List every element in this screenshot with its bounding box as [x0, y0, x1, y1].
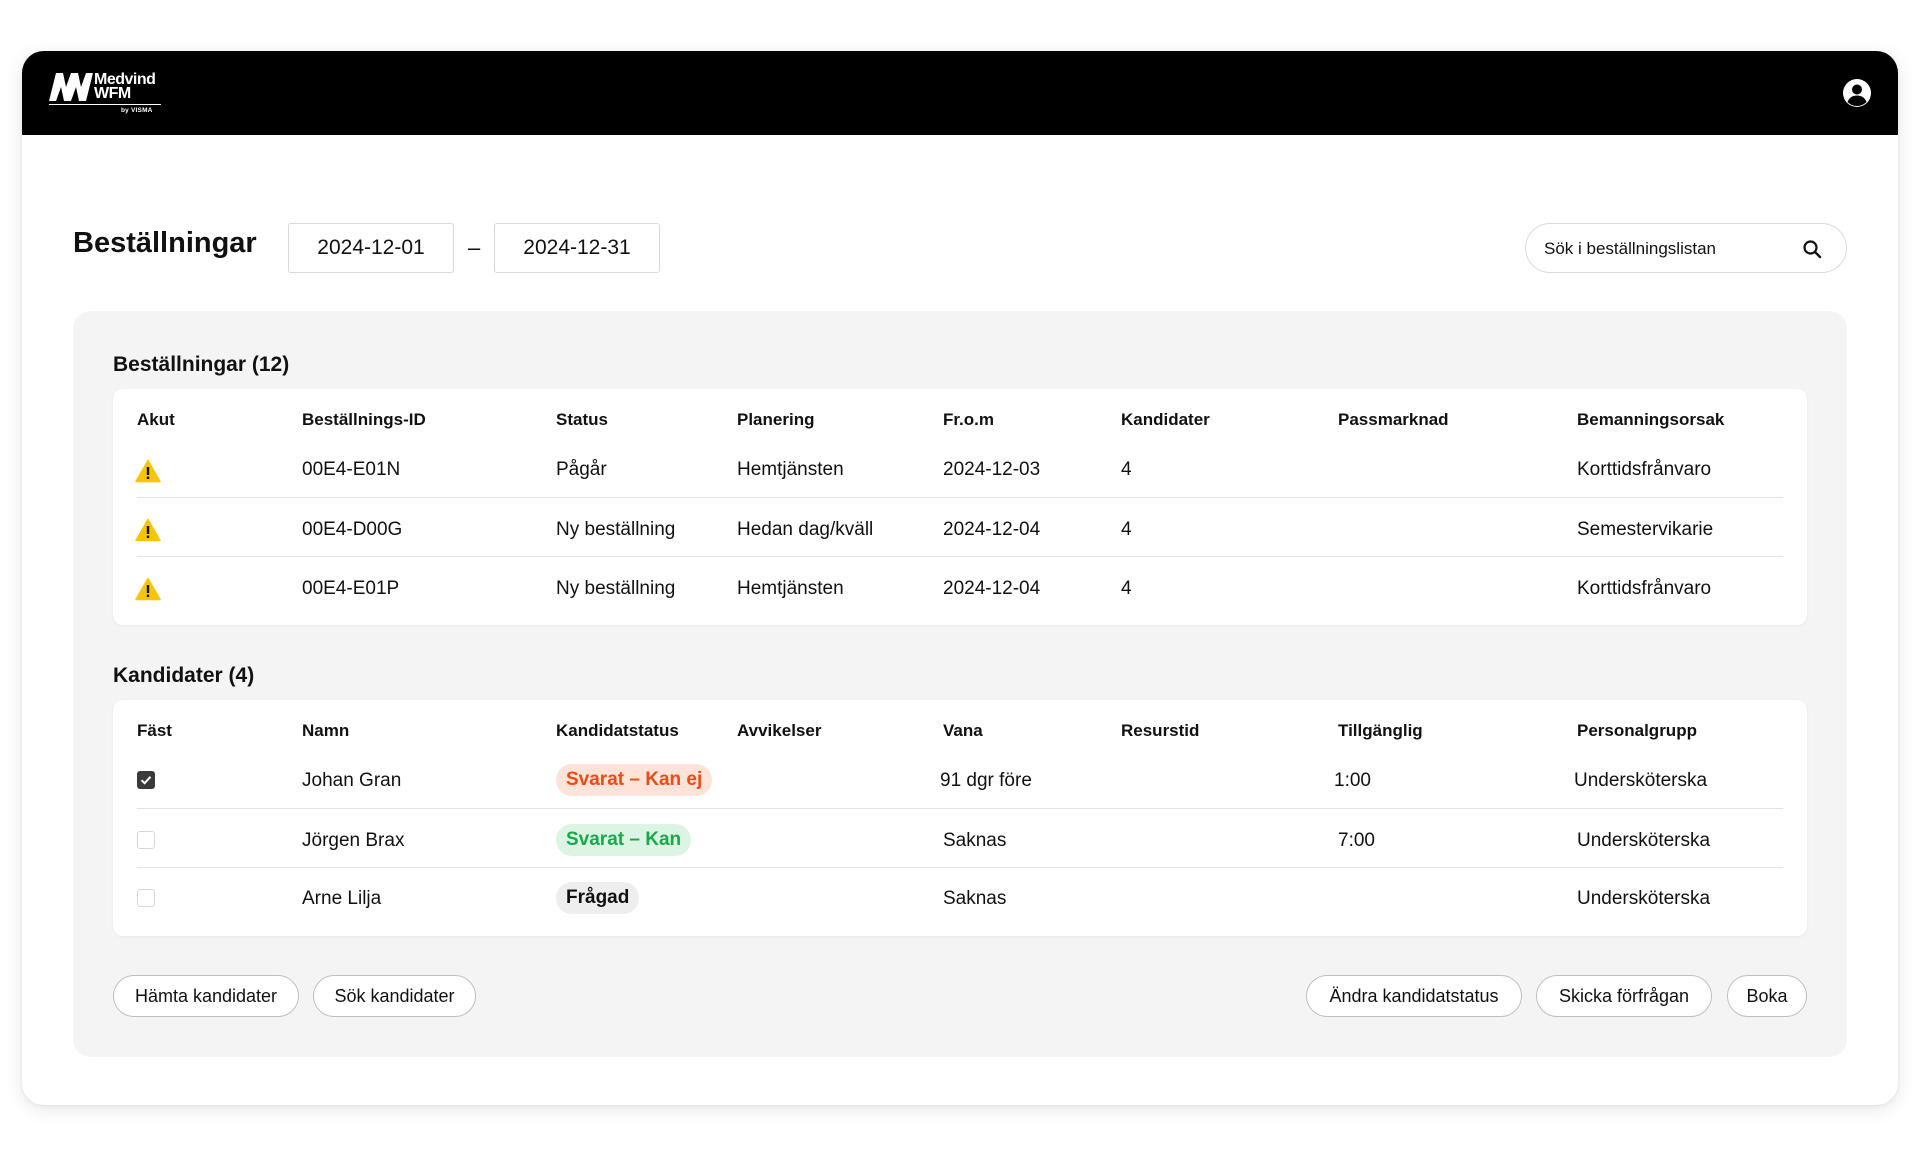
column-header-experience[interactable]: Vana	[943, 721, 983, 741]
candidate-status-badge: Frågad	[556, 882, 640, 914]
column-header-deviations[interactable]: Avvikelser	[737, 721, 821, 741]
medvind-logo-mark-icon	[49, 73, 93, 101]
candidate-experience: Saknas	[943, 830, 1007, 851]
column-header-planning[interactable]: Planering	[737, 410, 814, 430]
candidate-staff-group: Undersköterska	[1577, 830, 1711, 851]
table-row[interactable]: 00E4-E01N Pågår Hemtjänsten 2024-12-03 4…	[113, 439, 1807, 498]
column-header-from[interactable]: Fr.o.m	[943, 410, 994, 430]
candidate-experience: 91 dgr före	[940, 770, 1032, 791]
order-reason: Korttidsfrånvaro	[1577, 459, 1712, 480]
order-candidates-count: 4	[1121, 519, 1132, 540]
search-box[interactable]	[1525, 223, 1847, 273]
candidate-available: 7:00	[1338, 830, 1375, 851]
table-row[interactable]: Johan Gran Svarat – Kan ej 91 dgr före 1…	[113, 750, 1807, 809]
order-status: Ny beställning	[556, 578, 676, 599]
orders-panel: Beställningar (12) Akut Beställnings-ID …	[73, 311, 1847, 1057]
table-row[interactable]: 00E4-D00G Ny beställning Hedan dag/kväll…	[113, 498, 1807, 557]
logo-text-by-visma: by VISMA	[121, 107, 153, 114]
column-header-candidates[interactable]: Kandidater	[1121, 410, 1210, 430]
column-header-akut[interactable]: Akut	[137, 410, 175, 430]
candidate-status-badge: Svarat – Kan	[556, 824, 692, 856]
candidate-staff-group: Undersköterska	[1577, 888, 1711, 909]
top-bar: Medvind WFM by VISMA	[22, 51, 1898, 135]
column-header-resource-time[interactable]: Resurstid	[1121, 721, 1199, 741]
order-from-date: 2024-12-04	[943, 578, 1041, 599]
date-to-field[interactable]: 2024-12-31	[494, 223, 660, 273]
column-header-staff-group[interactable]: Personalgrupp	[1577, 721, 1697, 741]
column-header-reason[interactable]: Bemanningsorsak	[1577, 410, 1724, 430]
pin-checkbox[interactable]	[137, 889, 155, 907]
fetch-candidates-button[interactable]: Hämta kandidater	[113, 975, 299, 1017]
order-id: 00E4-E01N	[302, 459, 401, 480]
column-header-available[interactable]: Tillgänglig	[1338, 721, 1423, 741]
logo-text-wfm: WFM	[94, 85, 131, 102]
order-from-date: 2024-12-04	[943, 519, 1041, 540]
candidates-table: Fäst Namn Kandidatstatus Avvikelser Vana…	[113, 700, 1807, 936]
orders-section-title: Beställningar (12)	[113, 353, 290, 376]
user-circle-icon[interactable]	[1842, 78, 1872, 108]
order-reason: Semestervikarie	[1577, 519, 1714, 540]
table-row[interactable]: Jörgen Brax Svarat – Kan Saknas 7:00 Und…	[113, 809, 1807, 868]
table-row[interactable]: Arne Lilja Frågad Saknas Undersköterska	[113, 868, 1807, 927]
order-planning: Hemtjänsten	[737, 459, 844, 480]
column-header-market[interactable]: Passmarknad	[1338, 410, 1449, 430]
order-reason: Korttidsfrånvaro	[1577, 578, 1712, 599]
table-row[interactable]: 00E4-E01P Ny beställning Hemtjänsten 202…	[113, 557, 1807, 616]
pin-checkbox[interactable]	[137, 831, 155, 849]
order-id: 00E4-E01P	[302, 578, 400, 599]
candidate-staff-group: Undersköterska	[1574, 770, 1708, 791]
warning-icon	[135, 577, 161, 601]
book-button[interactable]: Boka	[1727, 975, 1807, 1017]
column-header-name[interactable]: Namn	[302, 721, 349, 741]
send-request-button[interactable]: Skicka förfrågan	[1536, 975, 1712, 1017]
candidate-name: Johan Gran	[302, 770, 402, 791]
column-header-order-id[interactable]: Beställnings-ID	[302, 410, 426, 430]
search-icon[interactable]	[1802, 239, 1822, 259]
orders-table: Akut Beställnings-ID Status Planering Fr…	[113, 389, 1807, 625]
checkmark-icon	[140, 776, 152, 785]
order-status: Pågår	[556, 459, 607, 480]
pin-checkbox[interactable]	[137, 771, 155, 789]
candidate-name: Jörgen Brax	[302, 830, 405, 851]
order-status: Ny beställning	[556, 519, 676, 540]
page-title: Beställningar	[73, 227, 257, 259]
app-window: Medvind WFM by VISMA Beställningar 2024-…	[22, 51, 1898, 1105]
warning-icon	[135, 518, 161, 542]
candidate-status-badge: Svarat – Kan ej	[556, 764, 713, 796]
candidate-experience: Saknas	[943, 888, 1007, 909]
column-header-status[interactable]: Status	[556, 410, 608, 430]
order-planning: Hedan dag/kväll	[737, 519, 874, 540]
date-separator: –	[468, 235, 481, 260]
candidate-available: 1:00	[1334, 770, 1371, 791]
medvind-logo[interactable]: Medvind WFM by VISMA	[49, 71, 189, 115]
logo-divider	[49, 104, 161, 105]
order-candidates-count: 4	[1121, 459, 1132, 480]
order-candidates-count: 4	[1121, 578, 1132, 599]
change-candidate-status-button[interactable]: Ändra kandidatstatus	[1306, 975, 1522, 1017]
candidates-section-title: Kandidater (4)	[113, 664, 255, 687]
order-planning: Hemtjänsten	[737, 578, 844, 599]
order-from-date: 2024-12-03	[943, 459, 1041, 480]
order-id: 00E4-D00G	[302, 519, 403, 540]
column-header-pinned[interactable]: Fäst	[137, 721, 172, 741]
search-candidates-button[interactable]: Sök kandidater	[313, 975, 476, 1017]
candidate-name: Arne Lilja	[302, 888, 382, 909]
date-from-field[interactable]: 2024-12-01	[288, 223, 454, 273]
search-input[interactable]	[1544, 236, 1784, 262]
column-header-candidate-status[interactable]: Kandidatstatus	[556, 721, 679, 741]
warning-icon	[135, 459, 161, 483]
